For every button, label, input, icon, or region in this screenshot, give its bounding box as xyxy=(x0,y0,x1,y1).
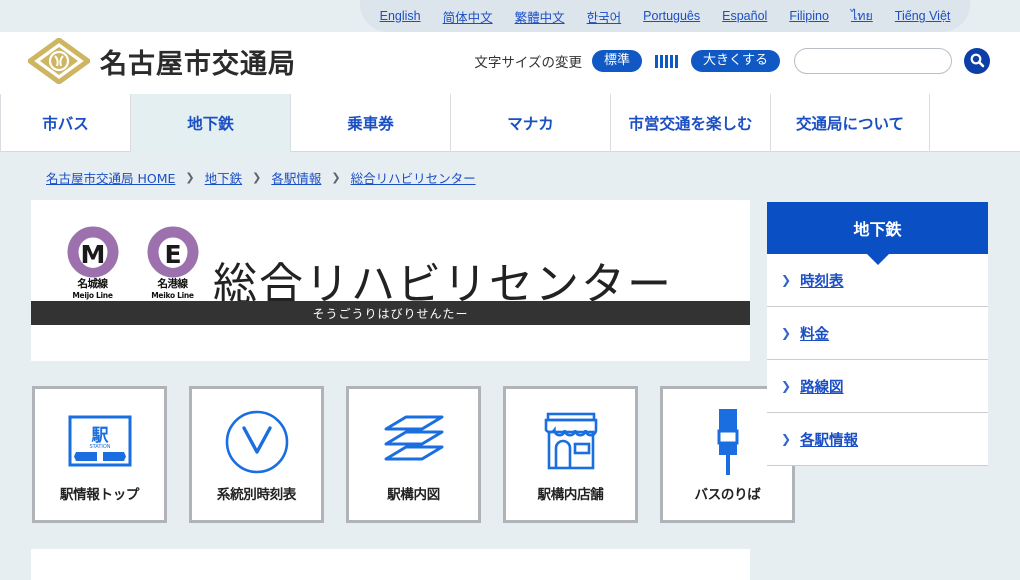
card-駅情報トップ[interactable]: 駅 STATION 駅情報トップ xyxy=(32,386,167,523)
sidebar-item-料金[interactable]: ❯ 料金 xyxy=(767,307,988,360)
breadcrumb-link-0[interactable]: 名古屋市交通局 HOME xyxy=(46,168,175,187)
sidebar-item-label: 各駅情報 xyxy=(800,432,859,449)
breadcrumb-separator: ❯ xyxy=(331,172,341,184)
sidebar-menu: ❯ 時刻表 ❯ 料金 ❯ 路線図 ❯ 各駅情報 xyxy=(767,254,988,466)
textsize-label: 文字サイズの変更 xyxy=(474,55,582,71)
sidebar-item-各駅情報[interactable]: ❯ 各駅情報 xyxy=(767,413,988,466)
gnav-item-マナカ[interactable]: マナカ xyxy=(450,94,610,152)
svg-text:STATION: STATION xyxy=(89,444,110,450)
language-link-0[interactable]: English xyxy=(369,9,432,23)
language-link-5[interactable]: Español xyxy=(711,9,778,23)
chevron-right-icon: ❯ xyxy=(781,432,792,446)
station-function-cards: 駅 STATION 駅情報トップ 系統別時刻表 駅構内図 駅構内店舗 バスのりば xyxy=(32,386,795,523)
card-label: 駅構内図 xyxy=(387,487,440,503)
gnav-item-市バス[interactable]: 市バス xyxy=(0,94,130,152)
language-link-3[interactable]: 한국어 xyxy=(576,7,633,26)
search-button[interactable] xyxy=(964,48,990,74)
layers-map-icon xyxy=(378,401,450,483)
gnav-item-市営交通を楽しむ[interactable]: 市営交通を楽しむ xyxy=(610,94,770,152)
chevron-right-icon: ❯ xyxy=(781,379,792,393)
breadcrumb-separator: ❯ xyxy=(185,172,195,184)
sidebar-item-label: 料金 xyxy=(800,326,830,343)
svg-text:M: M xyxy=(80,240,105,269)
line-symbol-icon-M: M xyxy=(66,225,120,279)
header-utilities: 文字サイズの変更 標準 大きくする xyxy=(474,48,990,74)
breadcrumb: 名古屋市交通局 HOME ❯ 地下鉄 ❯ 各駅情報 ❯ 総合リハビリセンター xyxy=(46,168,476,187)
bus-stop-pole-icon xyxy=(706,401,750,483)
site-logo[interactable]: 名古屋市交通局 xyxy=(25,36,296,86)
textsize-level-indicator xyxy=(654,54,678,68)
gnav-item-交通局について[interactable]: 交通局について xyxy=(770,94,930,152)
sidebar-item-路線図[interactable]: ❯ 路線図 xyxy=(767,360,988,413)
station-title-panel: M 名城線 Meijo Line E 名港線 Meiko Line 総合リハビリセンター … xyxy=(31,200,750,361)
line-name-en: Meijo Line xyxy=(72,291,113,300)
language-link-4[interactable]: Português xyxy=(632,9,711,23)
textsize-standard-button[interactable]: 標準 xyxy=(591,49,642,73)
sidebar: 地下鉄 ❯ 時刻表 ❯ 料金 ❯ 路線図 ❯ 各駅情報 xyxy=(767,202,988,466)
gnav-item-乗車券[interactable]: 乗車券 xyxy=(290,94,450,152)
breadcrumb-link-2[interactable]: 各駅情報 xyxy=(271,168,321,187)
content-section xyxy=(31,549,750,580)
site-title: 名古屋市交通局 xyxy=(100,48,296,80)
card-label: 系統別時刻表 xyxy=(216,487,297,503)
shop-icon xyxy=(538,401,604,483)
line-symbol-icon-E: E xyxy=(146,225,200,279)
breadcrumb-link-3[interactable]: 総合リハビリセンター xyxy=(351,168,476,187)
search-icon xyxy=(969,52,985,71)
card-系統別時刻表[interactable]: 系統別時刻表 xyxy=(189,386,324,523)
global-navigation: 市バス 地下鉄 乗車券 マナカ 市営交通を楽しむ 交通局について xyxy=(0,94,1020,152)
card-label: 駅情報トップ xyxy=(59,487,140,503)
site-header: 名古屋市交通局 文字サイズの変更 標準 大きくする xyxy=(0,32,1020,94)
line-badge-M: M 名城線 Meijo Line xyxy=(61,225,124,300)
nagoya-transportation-bureau-logo-icon xyxy=(25,36,93,86)
card-label: バスのりば xyxy=(694,487,761,503)
gnav-item-地下鉄[interactable]: 地下鉄 xyxy=(130,94,290,152)
station-kana: そうごうりはびりせんたー xyxy=(31,301,750,325)
card-駅構内店舗[interactable]: 駅構内店舗 xyxy=(503,386,638,523)
language-link-6[interactable]: Filipino xyxy=(778,9,840,23)
chevron-right-icon: ❯ xyxy=(781,273,792,287)
language-link-1[interactable]: 简体中文 xyxy=(432,7,504,26)
line-name-en: Meiko Line xyxy=(151,291,194,300)
card-label: 駅構内店舗 xyxy=(537,487,604,503)
breadcrumb-separator: ❯ xyxy=(252,172,262,184)
clock-icon xyxy=(222,401,292,483)
language-bar: English 简体中文 繁體中文 한국어 Português Español Filipi… xyxy=(360,0,970,32)
chevron-right-icon: ❯ xyxy=(781,326,792,340)
page-root: English 简体中文 繁體中文 한국어 Português Español Filipi… xyxy=(0,0,1020,580)
textsize-larger-button[interactable]: 大きくする xyxy=(690,49,780,73)
sidebar-item-label: 時刻表 xyxy=(800,273,844,290)
breadcrumb-link-1[interactable]: 地下鉄 xyxy=(205,168,243,187)
card-駅構内図[interactable]: 駅構内図 xyxy=(346,386,481,523)
svg-text:E: E xyxy=(164,240,181,269)
sidebar-item-label: 路線図 xyxy=(800,379,844,396)
language-link-8[interactable]: Tiếng Việt xyxy=(884,9,962,23)
language-link-7[interactable]: ไทย xyxy=(840,6,884,26)
search-input[interactable] xyxy=(794,48,952,74)
svg-text:駅: 駅 xyxy=(90,426,109,446)
language-link-2[interactable]: 繁體中文 xyxy=(504,7,576,26)
sidebar-title: 地下鉄 xyxy=(767,202,988,254)
line-badges: M 名城線 Meijo Line E 名港線 Meiko Line xyxy=(61,225,204,300)
line-badge-E: E 名港線 Meiko Line xyxy=(141,225,204,300)
station-sign-icon: 駅 STATION xyxy=(64,401,136,483)
